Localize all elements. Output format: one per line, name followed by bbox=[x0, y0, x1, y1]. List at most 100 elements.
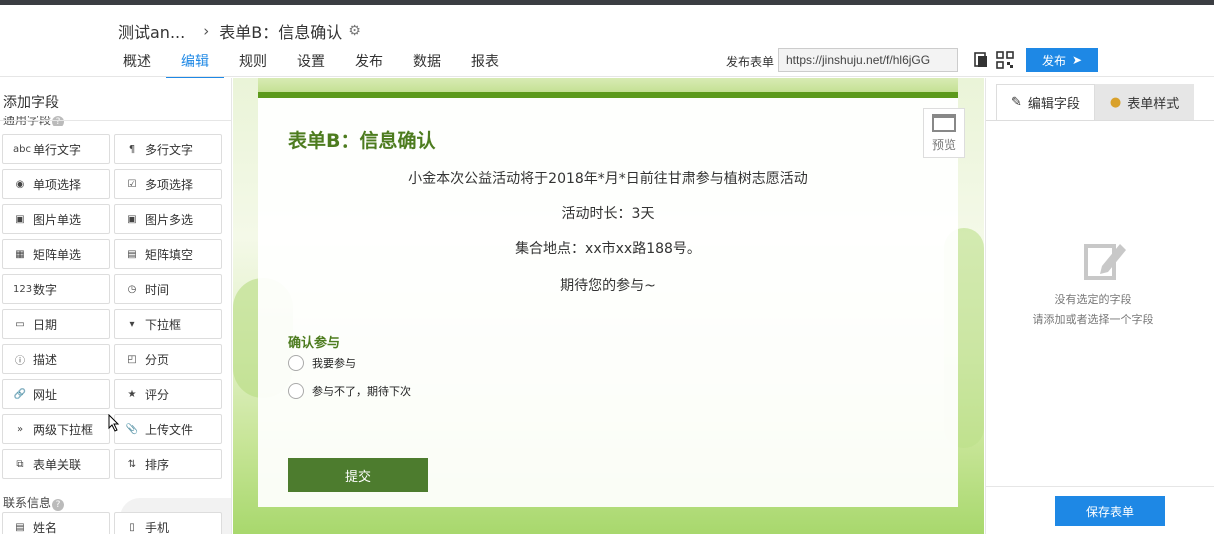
dropdown-icon: ▾ bbox=[129, 318, 135, 330]
form-description-line: 小金本次公益活动将于2018年*月*日前往甘肃参与植树志愿活动 bbox=[408, 171, 808, 187]
field-upload-file[interactable]: 📎 上传文件 bbox=[114, 414, 222, 444]
link-icon: 🔗 bbox=[13, 388, 27, 400]
field-cascade-dropdown[interactable]: » 两级下拉框 bbox=[2, 414, 110, 444]
field-matrix-fill[interactable]: ▤ 矩阵填空 bbox=[114, 239, 222, 269]
tab-rules[interactable]: 规则 bbox=[224, 49, 282, 79]
form-description-line: 期待您的参与~ bbox=[560, 278, 656, 294]
divider bbox=[986, 120, 1214, 121]
form-canvas: 表单B：信息确认 小金本次公益活动将于2018年*月*日前往甘肃参与植树志愿活动… bbox=[233, 78, 984, 534]
form-description-line: 集合地点：xx市xx路188号。 bbox=[515, 241, 701, 257]
radio-option[interactable]: 我要参与 bbox=[288, 355, 356, 371]
phone-icon: ▯ bbox=[129, 521, 135, 533]
number-icon: 123 bbox=[13, 283, 33, 295]
tab-overview[interactable]: 概述 bbox=[108, 49, 166, 79]
field-number[interactable]: 123 数字 bbox=[2, 274, 110, 304]
publish-button[interactable]: 发布 ➤ bbox=[1026, 48, 1098, 72]
contact-field-grid: ▤ 姓名 ▯ 手机 bbox=[2, 512, 224, 534]
id-card-icon: ▤ bbox=[15, 521, 25, 533]
tab-reports[interactable]: 报表 bbox=[456, 49, 514, 79]
field-date[interactable]: ▭ 日期 bbox=[2, 309, 110, 339]
field-multi-choice[interactable]: ☑ 多项选择 bbox=[114, 169, 222, 199]
tab-edit[interactable]: 编辑 bbox=[166, 49, 224, 79]
radio-button[interactable] bbox=[288, 355, 304, 371]
palette-icon: ● bbox=[1109, 95, 1122, 110]
qr-code-icon[interactable] bbox=[996, 51, 1014, 69]
page-break-icon: ◰ bbox=[127, 353, 137, 365]
link-form-icon: ⧉ bbox=[16, 458, 24, 470]
sort-icon: ⇅ bbox=[127, 458, 137, 470]
field-single-line-text[interactable]: abc 单行文字 bbox=[2, 134, 110, 164]
field-name[interactable]: ▤ 姓名 bbox=[2, 512, 110, 534]
tab-data[interactable]: 数据 bbox=[398, 49, 456, 79]
field-dropdown[interactable]: ▾ 下拉框 bbox=[114, 309, 222, 339]
mouse-cursor-icon bbox=[108, 414, 120, 432]
edit-icon: ✎ bbox=[1011, 95, 1022, 110]
paperclip-icon: 📎 bbox=[125, 423, 139, 435]
field-page-break[interactable]: ◰ 分页 bbox=[114, 344, 222, 374]
image-icon: ▣ bbox=[127, 213, 137, 225]
field-matrix-single[interactable]: ▦ 矩阵单选 bbox=[2, 239, 110, 269]
tab-settings[interactable]: 设置 bbox=[282, 49, 340, 79]
divider bbox=[986, 486, 1214, 487]
group-contact: 联系信息? bbox=[3, 494, 65, 511]
help-icon: ? bbox=[52, 499, 65, 511]
right-tabs: ✎ 编辑字段 ● 表单样式 bbox=[996, 84, 1195, 120]
gear-icon[interactable]: ⚙ bbox=[348, 23, 361, 39]
image-icon: ▣ bbox=[15, 213, 25, 225]
copy-icon[interactable] bbox=[972, 51, 990, 69]
table-icon: ▤ bbox=[127, 248, 137, 260]
option-label: 参与不了，期待下次 bbox=[312, 385, 411, 398]
save-form-button[interactable]: 保存表单 bbox=[1055, 496, 1165, 526]
preview-label: 预览 bbox=[931, 137, 956, 152]
group-general: 通用字段? bbox=[3, 116, 65, 126]
field-url[interactable]: 🔗 网址 bbox=[2, 379, 110, 409]
help-icon: ? bbox=[52, 116, 65, 126]
radio-button[interactable] bbox=[288, 383, 304, 399]
field-single-choice[interactable]: ◉ 单项选择 bbox=[2, 169, 110, 199]
field-time[interactable]: ◷ 时间 bbox=[114, 274, 222, 304]
submit-button[interactable]: 提交 bbox=[288, 458, 428, 492]
field-multi-line-text[interactable]: ¶ 多行文字 bbox=[114, 134, 222, 164]
radio-icon: ◉ bbox=[15, 178, 25, 190]
question-label[interactable]: 确认参与 bbox=[288, 332, 340, 351]
form-title[interactable]: 表单B：信息确认 bbox=[288, 126, 435, 153]
field-image-multi[interactable]: ▣ 图片多选 bbox=[114, 204, 222, 234]
paragraph-icon: ¶ bbox=[128, 143, 136, 155]
chevron-right-icon: › bbox=[203, 22, 210, 40]
double-chevron-icon: » bbox=[16, 423, 24, 435]
form-description-line: 活动时长：3天 bbox=[561, 206, 655, 222]
option-label: 我要参与 bbox=[312, 357, 356, 370]
tab-form-style[interactable]: ● 表单样式 bbox=[1094, 84, 1195, 120]
publish-url-field[interactable] bbox=[778, 48, 958, 72]
info-icon: ⓘ bbox=[15, 355, 25, 367]
field-description[interactable]: ⓘ 描述 bbox=[2, 344, 110, 374]
browser-window-icon bbox=[932, 113, 956, 132]
header: 测试an... › 表单B：信息确认 ⚙ 概述 编辑 规则 设置 发布 数据 报… bbox=[0, 5, 1214, 79]
star-icon: ★ bbox=[127, 388, 137, 400]
breadcrumb-app[interactable]: 测试an... bbox=[118, 19, 185, 43]
sidebar: 添加字段 通用字段? abc 单行文字 ¶ 多行文字 ◉ 单项选择 ☑ 多项选择 ▣ 图片… bbox=[0, 78, 232, 534]
main-tabs: 概述 编辑 规则 设置 发布 数据 报表 bbox=[108, 49, 514, 79]
preview-button[interactable]: 预览 bbox=[923, 108, 965, 158]
publish-button-label: 发布 bbox=[1041, 53, 1066, 68]
form-preview: 表单B：信息确认 小金本次公益活动将于2018年*月*日前往甘肃参与植树志愿活动… bbox=[258, 78, 958, 507]
right-panel: ✎ 编辑字段 ● 表单样式 没有选定的字段 请添加或者选择一个字段 保存表单 bbox=[985, 78, 1214, 534]
field-phone[interactable]: ▯ 手机 bbox=[114, 512, 222, 534]
radio-option[interactable]: 参与不了，期待下次 bbox=[288, 383, 411, 399]
publish-form-label: 发布表单 bbox=[726, 55, 775, 69]
tab-edit-field[interactable]: ✎ 编辑字段 bbox=[996, 84, 1095, 120]
abc-icon: abc bbox=[13, 143, 31, 155]
field-rating[interactable]: ★ 评分 bbox=[114, 379, 222, 409]
tab-publish[interactable]: 发布 bbox=[340, 49, 398, 79]
empty-state-hint: 请添加或者选择一个字段 bbox=[1032, 313, 1154, 326]
divider bbox=[0, 120, 231, 121]
grid-icon: ▦ bbox=[15, 248, 25, 260]
calendar-icon: ▭ bbox=[15, 318, 25, 330]
checkbox-icon: ☑ bbox=[127, 178, 137, 190]
breadcrumb-form: 表单B：信息确认 bbox=[219, 23, 343, 42]
clock-icon: ◷ bbox=[127, 283, 137, 295]
field-sort[interactable]: ⇅ 排序 bbox=[114, 449, 222, 479]
field-image-single[interactable]: ▣ 图片单选 bbox=[2, 204, 110, 234]
field-form-link[interactable]: ⧉ 表单关联 bbox=[2, 449, 110, 479]
empty-state-title: 没有选定的字段 bbox=[1054, 293, 1132, 306]
